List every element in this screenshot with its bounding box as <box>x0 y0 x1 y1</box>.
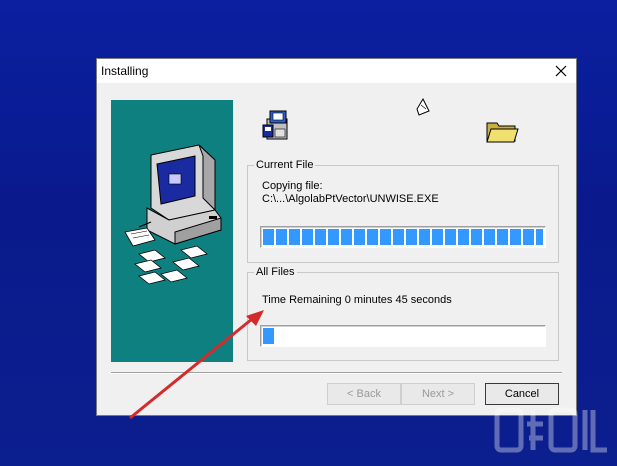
open-folder-icon-box <box>485 117 519 150</box>
installer-package-icon-box <box>261 109 293 148</box>
all-files-group: All Files Time Remaining 0 minutes 45 se… <box>247 265 559 361</box>
wizard-banner <box>111 100 233 362</box>
site-watermark-logo <box>494 407 607 453</box>
close-icon <box>555 65 567 77</box>
installer-package-icon <box>262 110 288 140</box>
installing-dialog: Installing Current File Copying file: C:… <box>96 58 577 416</box>
cancel-button[interactable]: Cancel <box>485 383 559 405</box>
next-button[interactable]: Next > <box>401 383 475 405</box>
current-file-group-label: Current File <box>254 158 316 172</box>
current-file-group: Current File Copying file: C:\...\Algola… <box>247 158 559 263</box>
current-file-progress-fill <box>263 229 543 245</box>
back-button[interactable]: < Back <box>327 383 401 405</box>
all-files-progress-fill <box>263 328 274 344</box>
current-file-progress-bar <box>260 226 546 248</box>
close-button[interactable] <box>546 59 576 83</box>
button-separator <box>111 372 562 374</box>
copying-file-label: Copying file: <box>262 180 323 192</box>
computer-with-floppies-icon <box>124 144 222 285</box>
window-title: Installing <box>101 64 149 78</box>
all-files-progress-bar <box>260 325 546 347</box>
open-folder-icon <box>486 122 519 143</box>
current-file-path: C:\...\AlgolabPtVector\UNWISE.EXE <box>262 193 439 205</box>
flying-document-icon-box <box>415 97 431 122</box>
title-bar[interactable]: Installing <box>97 59 576 83</box>
flying-document-icon <box>416 97 430 116</box>
all-files-group-label: All Files <box>254 265 297 279</box>
time-remaining-text: Time Remaining 0 minutes 45 seconds <box>262 294 452 306</box>
